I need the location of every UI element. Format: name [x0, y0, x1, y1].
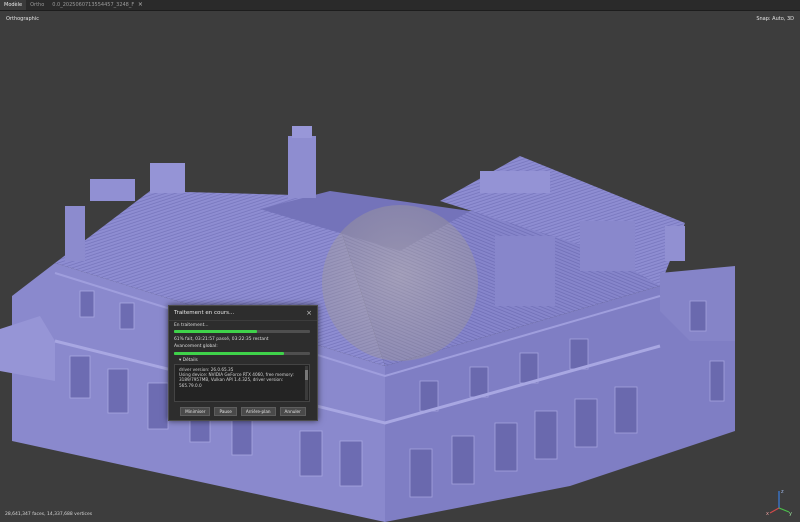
tab-ortho[interactable]: Ortho: [26, 0, 48, 10]
tab-bar: Modèle Ortho 0.0_2025060713554457_3248_F…: [0, 0, 800, 11]
axis-z-label: z: [781, 489, 784, 495]
dialog-button-row: Minimiser Pause Arrière-plan Annuler: [169, 407, 317, 416]
processing-dialog: Traitement en cours... × En traitement..…: [168, 305, 318, 421]
global-progress-bar: [174, 352, 310, 355]
tab-model[interactable]: Modèle: [0, 0, 27, 10]
close-icon[interactable]: ×: [306, 306, 312, 320]
close-icon[interactable]: ×: [138, 1, 143, 8]
minimize-button[interactable]: Minimiser: [180, 407, 211, 416]
details-log[interactable]: driver version: 26.0.65.35 Using device:…: [174, 364, 310, 402]
log-text: driver version: 26.0.65.35 Using device:…: [179, 367, 294, 388]
status-label: En traitement...: [174, 323, 209, 328]
background-button[interactable]: Arrière-plan: [240, 407, 276, 416]
tab-file[interactable]: 0.0_2025060713554457_3248_F ×: [48, 0, 147, 10]
mesh-stats: 28,641,347 faces, 14,337,688 vertices: [5, 512, 93, 517]
details-toggle[interactable]: ▾ Détails: [179, 358, 198, 363]
axis-x-label: x: [766, 511, 769, 516]
global-progress-label: Avancement global:: [174, 344, 218, 349]
task-progress-text: 61% fait, 03:21:57 passé, 03:22:35 resta…: [174, 337, 269, 342]
dialog-title-bar[interactable]: Traitement en cours... ×: [169, 306, 317, 321]
task-progress-fill: [174, 330, 257, 333]
view-mode-label[interactable]: Orthographic: [6, 16, 39, 22]
snap-mode-label[interactable]: Snap: Auto, 3D: [756, 16, 794, 22]
axis-y-label: y: [789, 511, 792, 516]
cancel-button[interactable]: Annuler: [279, 407, 306, 416]
axis-gizmo-icon: z x y: [766, 489, 792, 516]
dialog-title: Traitement en cours...: [174, 310, 235, 316]
global-progress-fill: [174, 352, 285, 355]
tab-file-label: 0.0_2025060713554457_3248_F: [52, 2, 135, 8]
3d-viewport[interactable]: Orthographic Snap: Auto, 3D 28,641,347 f…: [0, 11, 800, 522]
building-mesh-render: [0, 126, 735, 522]
pause-button[interactable]: Pause: [214, 407, 237, 416]
log-scrollbar-thumb[interactable]: [305, 370, 308, 380]
task-progress-bar: [174, 330, 310, 333]
